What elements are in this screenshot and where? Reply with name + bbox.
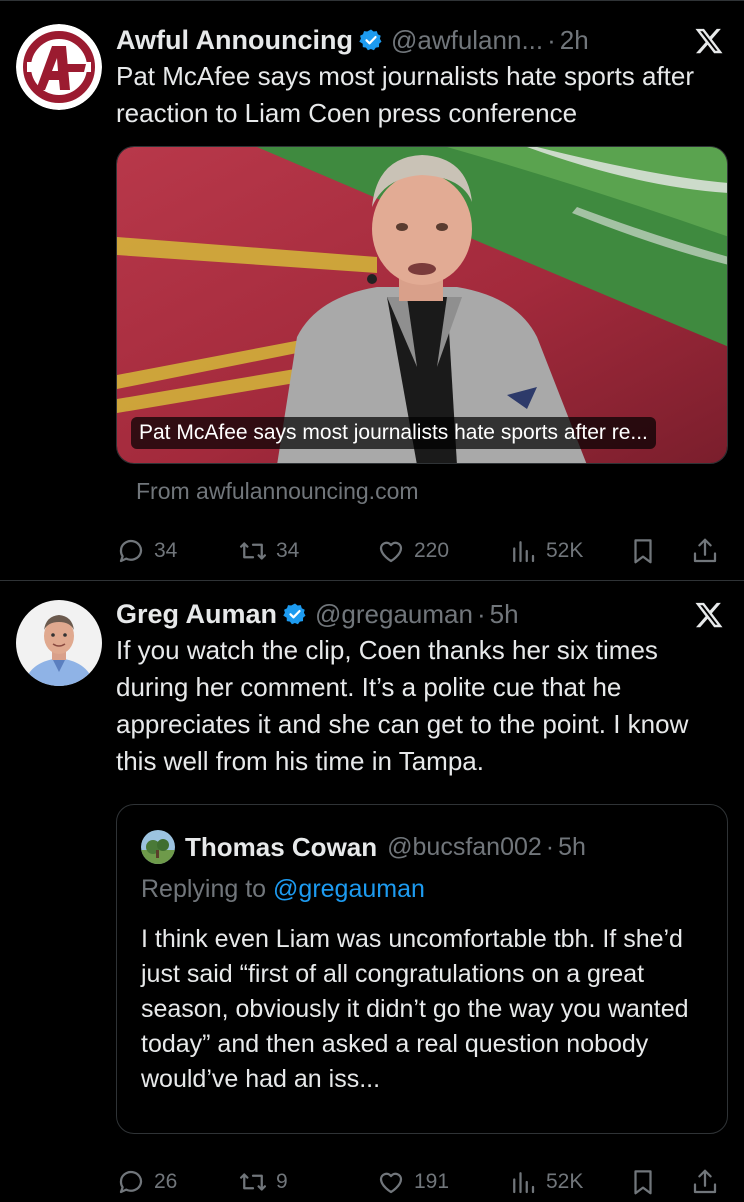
quote-author-handle[interactable]: @bucsfan002 — [387, 833, 542, 862]
like-icon — [379, 1172, 403, 1194]
x-logo-icon — [695, 602, 723, 628]
tweet-text: Pat McAfee says most journalists hate sp… — [116, 61, 695, 128]
quote-header: Thomas Cowan @bucsfan002 · 5h — [141, 827, 703, 867]
tweet-awful-announcing[interactable]: Awful Announcing @awfulann... · 2h Pat M… — [0, 0, 744, 580]
separator-dot: · — [547, 24, 556, 55]
repost-button[interactable]: 34 — [238, 536, 376, 566]
views-icon — [513, 1172, 535, 1194]
greg-auman-avatar — [16, 600, 102, 686]
author-handle[interactable]: @awfulann... — [391, 25, 543, 56]
reply-button[interactable]: 26 — [116, 1167, 238, 1197]
bookmark-button[interactable] — [628, 536, 690, 566]
tweet-header: Greg Auman @gregauman · 5h — [116, 596, 728, 632]
share-icon — [693, 1169, 717, 1194]
like-button[interactable]: 220 — [376, 536, 508, 566]
tweet-actions: 34 34 220 52K — [116, 531, 728, 571]
author-name[interactable]: Awful Announcing — [116, 25, 353, 56]
reply-count: 26 — [154, 1170, 178, 1193]
views-count: 52K — [546, 539, 584, 562]
author-handle[interactable]: @gregauman — [315, 599, 473, 630]
tweet-time[interactable]: 5h — [490, 599, 519, 630]
views-count: 52K — [546, 1170, 584, 1193]
link-card-source[interactable]: From awfulannouncing.com — [136, 478, 728, 505]
separator-dot: · — [545, 832, 555, 861]
share-icon — [693, 538, 717, 563]
reply-count: 34 — [154, 539, 178, 562]
replying-to: Replying to @gregauman — [141, 875, 703, 904]
reply-button[interactable]: 34 — [116, 536, 238, 566]
replying-to-label: Replying to — [141, 875, 274, 903]
bookmark-icon — [634, 1170, 652, 1195]
tweet-actions: 26 9 191 52K — [116, 1162, 728, 1202]
separator-dot: · — [476, 598, 486, 629]
tweet-text: If you watch the clip, Coen thanks her s… — [116, 635, 689, 776]
bookmark-icon — [634, 539, 652, 564]
x-logo-icon — [695, 28, 723, 54]
like-icon — [379, 541, 403, 563]
repost-icon — [240, 542, 266, 560]
tweet-greg-auman[interactable]: Greg Auman @gregauman · 5h If you watch … — [0, 596, 744, 1202]
thomas-cowan-avatar — [141, 830, 175, 864]
share-button[interactable] — [690, 536, 720, 566]
quoted-tweet[interactable]: Thomas Cowan @bucsfan002 · 5h Replying t… — [116, 804, 728, 1134]
tweet-header: Awful Announcing @awfulann... · 2h — [116, 22, 728, 58]
repost-count: 34 — [276, 539, 300, 562]
repost-button[interactable]: 9 — [238, 1167, 376, 1197]
verified-badge-icon — [359, 29, 382, 51]
avatar[interactable] — [16, 24, 102, 110]
like-count: 191 — [414, 1170, 450, 1193]
quote-text: I think even Liam was uncomfortable tbh.… — [141, 925, 689, 1093]
link-card[interactable]: Pat McAfee says most journalists hate sp… — [116, 146, 728, 464]
tweet-divider — [0, 580, 744, 581]
quote-avatar[interactable] — [141, 830, 175, 864]
like-count: 220 — [414, 539, 450, 562]
like-button[interactable]: 191 — [376, 1167, 508, 1197]
reply-icon — [119, 539, 143, 563]
awful-announcing-logo-icon — [16, 24, 102, 110]
link-card-caption: Pat McAfee says most journalists hate sp… — [131, 417, 656, 449]
reply-icon — [119, 1170, 143, 1194]
repost-count: 9 — [276, 1170, 288, 1193]
views-button[interactable]: 52K — [508, 536, 628, 566]
verified-badge-icon — [283, 603, 306, 625]
repost-icon — [240, 1173, 266, 1191]
share-button[interactable] — [690, 1167, 720, 1197]
quote-time[interactable]: 5h — [558, 833, 586, 862]
avatar[interactable] — [16, 600, 102, 686]
replying-to-mention[interactable]: @gregauman — [273, 875, 425, 903]
views-icon — [513, 541, 535, 563]
quote-author-name[interactable]: Thomas Cowan — [185, 832, 377, 863]
views-button[interactable]: 52K — [508, 1167, 628, 1197]
tweet-time[interactable]: 2h — [560, 25, 589, 56]
bookmark-button[interactable] — [628, 1167, 690, 1197]
author-name[interactable]: Greg Auman — [116, 599, 277, 630]
